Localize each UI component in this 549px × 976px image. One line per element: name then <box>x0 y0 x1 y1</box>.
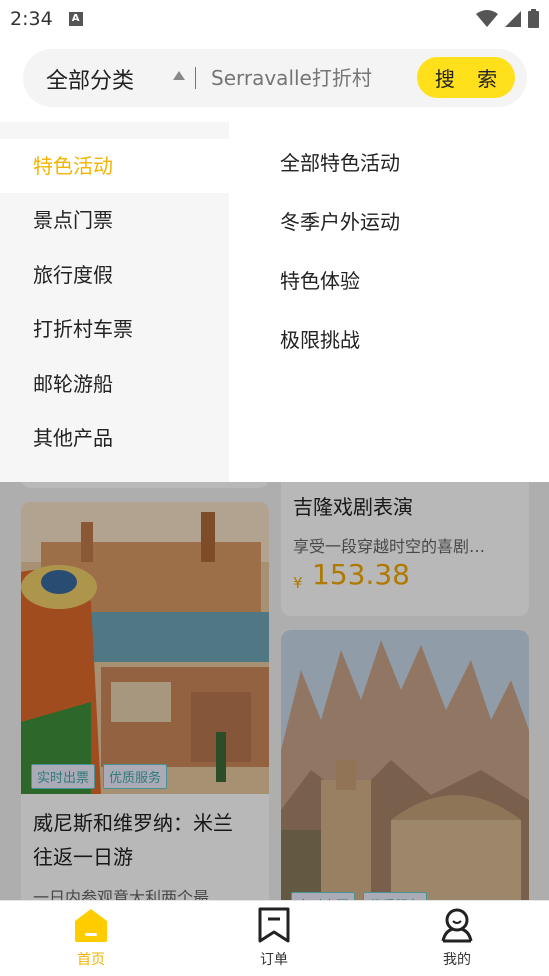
subcategory-all-activities[interactable]: 全部特色活动 <box>280 147 400 176</box>
dropdown-backdrop[interactable] <box>0 482 549 900</box>
profile-icon <box>441 908 473 943</box>
category-item-outlet-bus[interactable]: 打折村车票 <box>0 302 229 356</box>
subcategory-extreme[interactable]: 极限挑战 <box>280 324 360 353</box>
category-selector[interactable]: 全部分类 <box>46 63 134 95</box>
search-header: 全部分类 搜 索 <box>0 38 549 122</box>
status-icons <box>476 9 539 28</box>
bottom-nav: 首页 订单 我的 <box>0 900 549 976</box>
search-input[interactable] <box>211 62 431 94</box>
status-bar: 2:34 A <box>0 0 549 38</box>
bookmark-icon <box>258 907 290 943</box>
caret-up-icon[interactable] <box>173 71 185 80</box>
nav-profile[interactable]: 我的 <box>417 907 497 969</box>
category-item-other[interactable]: 其他产品 <box>0 411 229 465</box>
home-icon <box>75 909 107 942</box>
status-time: 2:34 <box>10 8 53 30</box>
category-list: 特色活动 景点门票 旅行度假 打折村车票 邮轮游船 其他产品 <box>0 122 229 482</box>
subcategory-experiences[interactable]: 特色体验 <box>280 265 360 294</box>
subcategory-winter-sports[interactable]: 冬季户外运动 <box>280 206 400 235</box>
search-button[interactable]: 搜 索 <box>417 57 515 98</box>
category-item-travel[interactable]: 旅行度假 <box>0 248 229 302</box>
search-bar: 全部分类 搜 索 <box>23 49 527 107</box>
category-item-special-activities[interactable]: 特色活动 <box>0 139 229 193</box>
category-dropdown: 特色活动 景点门票 旅行度假 打折村车票 邮轮游船 其他产品 全部特色活动 冬季… <box>0 122 549 482</box>
wifi-icon <box>476 9 498 27</box>
category-item-cruise[interactable]: 邮轮游船 <box>0 357 229 411</box>
nav-orders-label: 订单 <box>260 952 288 968</box>
search-divider <box>195 67 196 89</box>
nav-profile-label: 我的 <box>443 952 471 968</box>
battery-icon <box>528 9 539 28</box>
notification-icon: A <box>68 12 83 26</box>
nav-orders[interactable]: 订单 <box>234 907 314 969</box>
nav-home-label: 首页 <box>77 952 105 968</box>
nav-home[interactable]: 首页 <box>51 907 131 969</box>
category-item-tickets[interactable]: 景点门票 <box>0 193 229 247</box>
signal-icon <box>505 10 521 27</box>
